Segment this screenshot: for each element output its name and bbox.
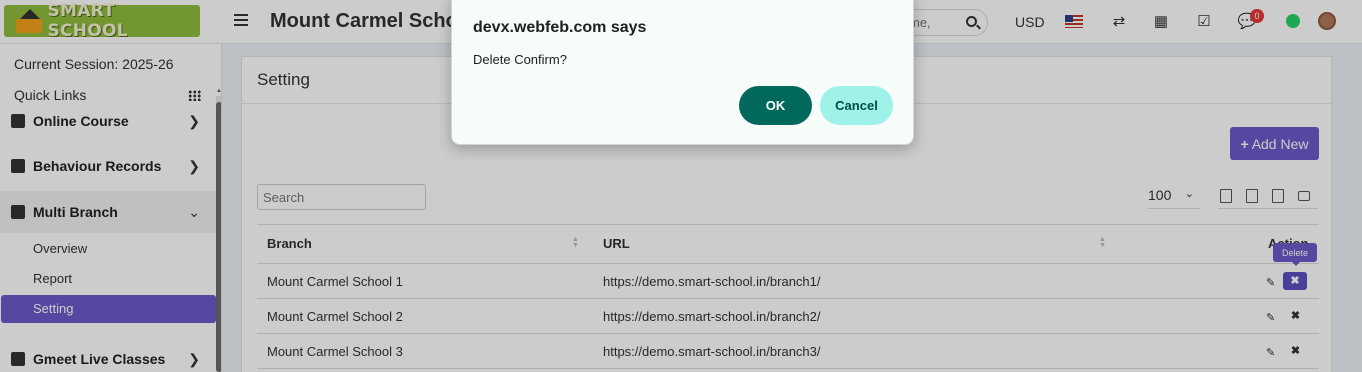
dialog-message: Delete Confirm? [473, 52, 567, 67]
confirm-dialog: devx.webfeb.com says Delete Confirm? OK … [451, 0, 914, 145]
ok-button[interactable]: OK [739, 86, 812, 125]
cancel-button[interactable]: Cancel [820, 86, 893, 125]
dialog-title: devx.webfeb.com says [473, 19, 647, 36]
